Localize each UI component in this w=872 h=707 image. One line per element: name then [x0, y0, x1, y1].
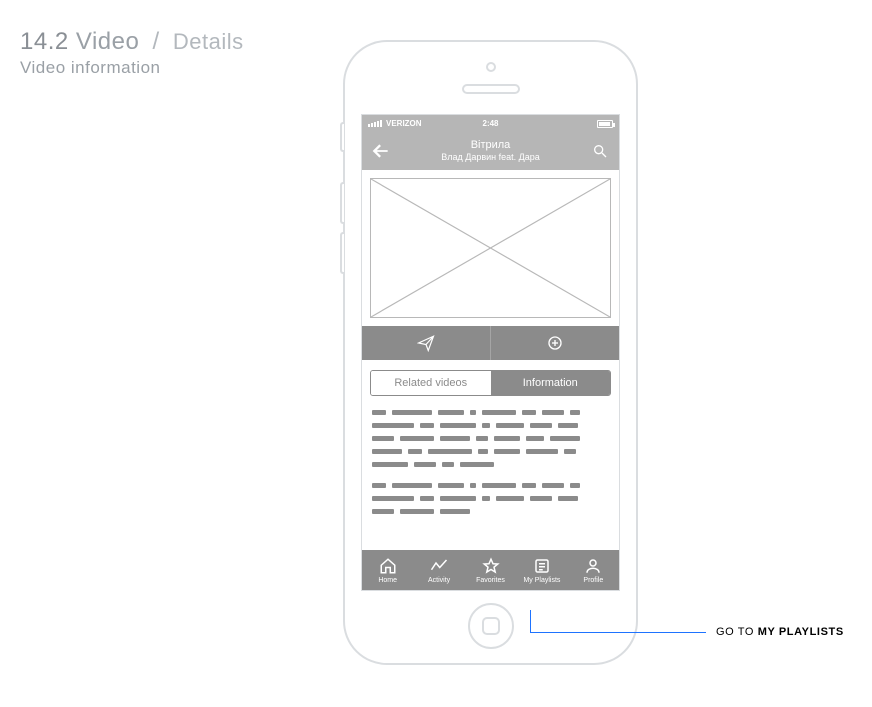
information-content: [362, 404, 619, 532]
section-title: Video: [76, 28, 139, 55]
carrier-label: VERIZON: [386, 119, 422, 128]
page-subtitle: Video information: [20, 58, 244, 78]
tab-related-videos[interactable]: Related videos: [371, 371, 491, 395]
tab-activity[interactable]: Activity: [413, 550, 464, 590]
tab-bar: Home Activity Favorites My Playlists Pro…: [362, 550, 619, 590]
phone-home-button[interactable]: [468, 603, 514, 649]
tab-my-playlists[interactable]: My Playlists: [516, 550, 567, 590]
segmented-tabs: Related videos Information: [370, 370, 611, 396]
slash-separator: /: [147, 28, 166, 55]
add-button[interactable]: [490, 326, 619, 360]
clock-label: 2:48: [482, 119, 498, 128]
header-title-group: Вітрила Влад Дарвин feat. Дара: [441, 139, 540, 163]
page-heading: 14.2 Video / Details Video information: [20, 28, 244, 78]
plus-circle-icon: [546, 334, 564, 352]
star-icon: [482, 557, 500, 575]
callout-my-playlists: GO TO MY PLAYLISTS: [530, 620, 830, 660]
home-icon: [379, 557, 397, 575]
phone-side-button: [340, 232, 344, 274]
profile-icon: [584, 557, 602, 575]
share-button[interactable]: [362, 326, 490, 360]
phone-camera: [486, 62, 496, 72]
video-title: Вітрила: [441, 139, 540, 152]
search-icon: [592, 143, 608, 159]
callout-target: MY PLAYLISTS: [758, 626, 844, 638]
tab-favorites-label: Favorites: [476, 577, 505, 584]
video-artist: Влад Дарвин feat. Дара: [441, 152, 540, 163]
search-button[interactable]: [589, 140, 611, 162]
tab-profile[interactable]: Profile: [568, 550, 619, 590]
phone-side-button: [340, 182, 344, 224]
playlist-icon: [533, 557, 551, 575]
phone-frame: VERIZON 2:48 Вітрила Влад Дарвин feat. Д…: [343, 40, 638, 665]
tab-home-label: Home: [378, 577, 397, 584]
section-number: 14.2: [20, 28, 69, 55]
video-placeholder[interactable]: [370, 178, 611, 318]
callout-prefix: GO TO: [716, 626, 758, 638]
nav-header: Вітрила Влад Дарвин feat. Дара: [362, 132, 619, 170]
activity-icon: [430, 557, 448, 575]
tab-information[interactable]: Information: [491, 371, 611, 395]
signal-bars-icon: [368, 120, 382, 127]
status-bar: VERIZON 2:48: [362, 115, 619, 132]
tab-my-playlists-label: My Playlists: [523, 577, 560, 584]
back-arrow-icon: [371, 141, 391, 161]
placeholder-x-icon: [371, 179, 610, 317]
home-square-icon: [482, 617, 500, 635]
tab-favorites[interactable]: Favorites: [465, 550, 516, 590]
phone-speaker: [462, 84, 520, 94]
tab-profile-label: Profile: [583, 577, 603, 584]
tab-home[interactable]: Home: [362, 550, 413, 590]
screen: VERIZON 2:48 Вітрила Влад Дарвин feat. Д…: [361, 114, 620, 591]
battery-icon: [597, 120, 613, 128]
back-button[interactable]: [370, 140, 392, 162]
section-sub: Details: [173, 29, 244, 54]
phone-side-button: [340, 122, 344, 152]
tab-activity-label: Activity: [428, 577, 450, 584]
action-bar: [362, 326, 619, 360]
paper-plane-icon: [417, 334, 435, 352]
segmented-tabs-wrap: Related videos Information: [362, 360, 619, 404]
